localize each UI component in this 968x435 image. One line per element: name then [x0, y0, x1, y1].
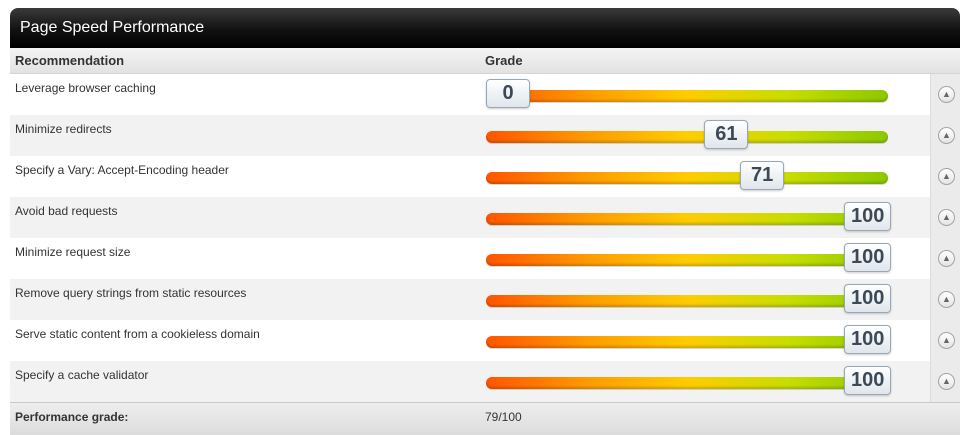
- table-row: Specify a Vary: Accept-Encoding header 71…: [10, 156, 960, 197]
- chevron-up-icon[interactable]: ▲: [938, 168, 955, 185]
- grade-slider-knob: 100: [844, 325, 892, 354]
- table-row: Minimize redirects 61 ▲: [10, 115, 960, 156]
- recommendation-label: Serve static content from a cookieless d…: [15, 327, 260, 341]
- grade-slider-knob: 71: [740, 161, 785, 190]
- performance-grade-label: Performance grade:: [15, 410, 129, 424]
- row-expand-cell: ▲: [930, 238, 960, 279]
- grade-slider-knob: 100: [844, 366, 892, 395]
- recommendation-label: Minimize redirects: [15, 122, 112, 136]
- performance-grade-footer: Performance grade: 79/100: [10, 402, 960, 435]
- recommendation-label: Minimize request size: [15, 245, 131, 259]
- table-header: Recommendation Grade: [10, 48, 960, 74]
- table-row: Minimize request size 100 ▲: [10, 238, 960, 279]
- recommendation-label: Remove query strings from static resourc…: [15, 286, 247, 300]
- table-row: Avoid bad requests 100 ▲: [10, 197, 960, 238]
- grade-slider-knob: 100: [844, 202, 892, 231]
- grade-slider-track: [486, 172, 888, 184]
- row-expand-cell: ▲: [930, 115, 960, 156]
- page-speed-panel: Page Speed Performance Recommendation Gr…: [10, 8, 960, 435]
- chevron-up-icon[interactable]: ▲: [938, 127, 955, 144]
- grade-slider-knob: 100: [844, 284, 892, 313]
- column-header-recommendation: Recommendation: [15, 53, 125, 68]
- chevron-up-icon[interactable]: ▲: [938, 209, 955, 226]
- table-row: Specify a cache validator 100 ▲: [10, 361, 960, 402]
- row-expand-cell: ▲: [930, 279, 960, 320]
- chevron-up-icon[interactable]: ▲: [938, 250, 955, 267]
- table-row: Remove query strings from static resourc…: [10, 279, 960, 320]
- chevron-up-icon[interactable]: ▲: [938, 291, 955, 308]
- recommendation-label: Specify a Vary: Accept-Encoding header: [15, 163, 229, 177]
- row-expand-cell: ▲: [930, 320, 960, 361]
- grade-slider-track: [486, 254, 888, 266]
- grade-slider-track: [486, 295, 888, 307]
- grade-slider-track: [486, 131, 888, 143]
- column-header-grade: Grade: [485, 53, 523, 68]
- chevron-up-icon[interactable]: ▲: [938, 86, 955, 103]
- grade-slider-track: [486, 90, 888, 102]
- grade-slider-knob: 0: [486, 79, 530, 108]
- row-expand-cell: ▲: [930, 156, 960, 197]
- table-row: Serve static content from a cookieless d…: [10, 320, 960, 361]
- chevron-up-icon[interactable]: ▲: [938, 332, 955, 349]
- panel-title: Page Speed Performance: [10, 8, 960, 48]
- row-expand-cell: ▲: [930, 197, 960, 238]
- row-expand-cell: ▲: [930, 361, 960, 402]
- recommendation-label: Leverage browser caching: [15, 81, 156, 95]
- recommendation-label: Avoid bad requests: [15, 204, 118, 218]
- chevron-up-icon[interactable]: ▲: [938, 373, 955, 390]
- table-row: Leverage browser caching 0 ▲: [10, 74, 960, 115]
- row-expand-cell: ▲: [930, 74, 960, 115]
- grade-slider-track: [486, 377, 888, 389]
- recommendation-label: Specify a cache validator: [15, 368, 149, 382]
- performance-grade-value: 79/100: [485, 410, 522, 424]
- grade-slider-knob: 61: [704, 120, 749, 149]
- grade-slider-knob: 100: [844, 243, 892, 272]
- grade-slider-track: [486, 336, 888, 348]
- recommendation-list: Leverage browser caching 0 ▲ Minimize redir…: [10, 74, 960, 402]
- grade-slider-track: [486, 213, 888, 225]
